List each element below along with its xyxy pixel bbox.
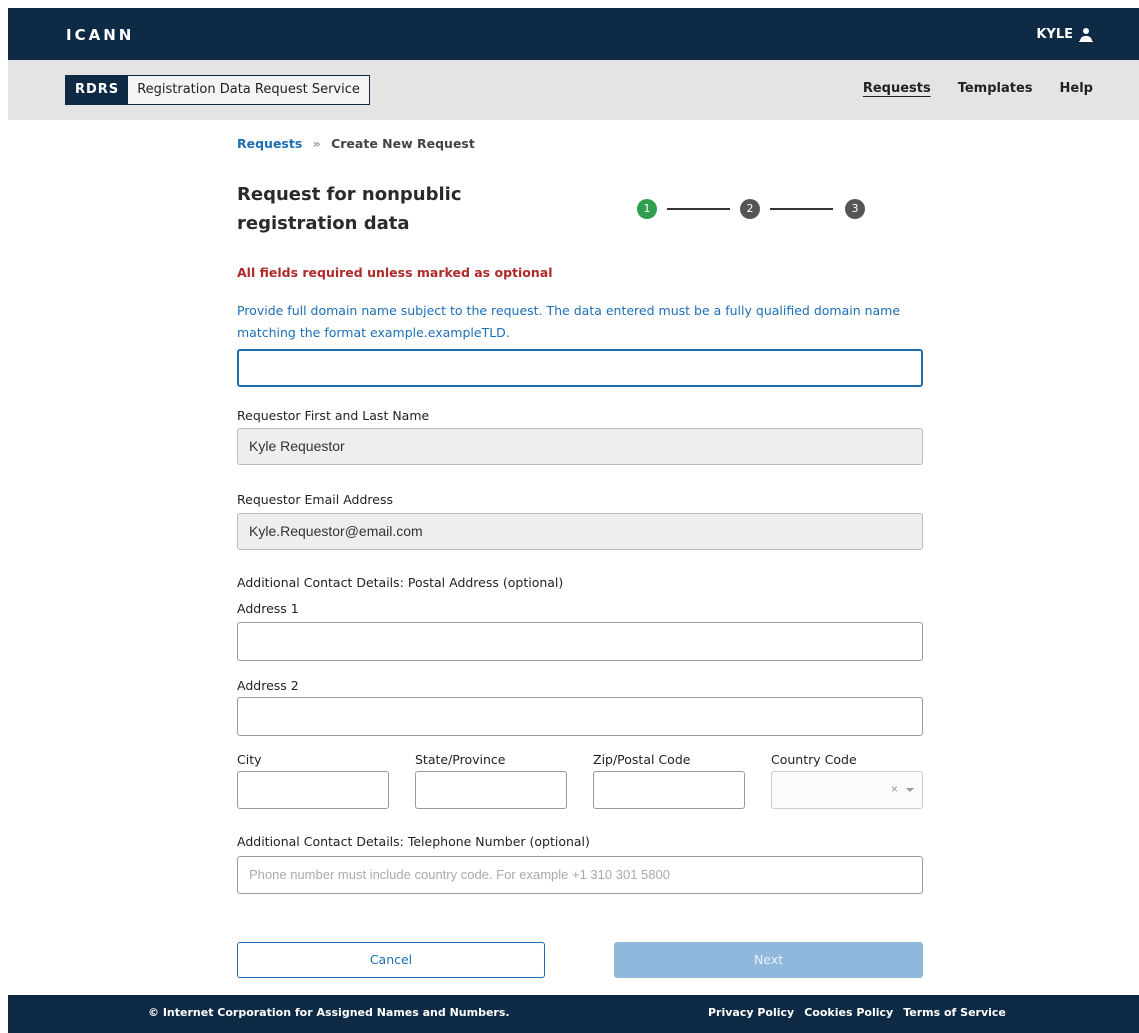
brand-tag: RDRS	[66, 76, 129, 104]
required-fields-note: All fields required unless marked as opt…	[237, 265, 553, 280]
breadcrumb-current: Create New Request	[331, 136, 475, 151]
zip-label: Zip/Postal Code	[593, 752, 691, 767]
state-input[interactable]	[415, 771, 567, 809]
requestor-name-label: Requestor First and Last Name	[237, 408, 430, 423]
nav-link-templates[interactable]: Templates	[958, 81, 1033, 96]
nav-link-requests[interactable]: Requests	[863, 81, 931, 96]
brand-name: Registration Data Request Service	[128, 76, 369, 104]
terms-of-service-link[interactable]: Terms of Service	[903, 1006, 1006, 1019]
footer: © Internet Corporation for Assigned Name…	[8, 995, 1139, 1033]
clear-icon[interactable]: ×	[891, 772, 898, 807]
icann-logo[interactable]: ICANN	[66, 26, 134, 44]
city-label: City	[237, 752, 262, 767]
user-name: KYLE	[1036, 27, 1073, 42]
sub-navigation: RDRS Registration Data Request Service R…	[8, 60, 1139, 120]
privacy-policy-link[interactable]: Privacy Policy	[708, 1006, 794, 1019]
user-menu[interactable]: KYLE	[1036, 27, 1093, 42]
footer-links: Privacy Policy Cookies Policy Terms of S…	[708, 1006, 1006, 1019]
country-code-label: Country Code	[771, 752, 857, 767]
state-label: State/Province	[415, 752, 506, 767]
page-title: Request for nonpublic registration data	[237, 184, 462, 234]
top-bar: ICANN KYLE	[8, 8, 1139, 60]
cookies-policy-link[interactable]: Cookies Policy	[804, 1006, 893, 1019]
address1-label: Address 1	[237, 601, 299, 616]
nav-links: Requests Templates Help	[863, 81, 1093, 96]
step-connector	[667, 208, 730, 210]
step-connector	[770, 208, 833, 210]
address2-label: Address 2	[237, 678, 299, 693]
address2-input[interactable]	[237, 697, 923, 736]
step-3: 3	[845, 199, 865, 219]
step-2: 2	[740, 199, 760, 219]
breadcrumb-requests-link[interactable]: Requests	[237, 136, 302, 151]
chevron-down-icon[interactable]	[906, 788, 914, 792]
requestor-name-field: Kyle Requestor	[237, 428, 923, 465]
step-1: 1	[637, 199, 657, 219]
next-button[interactable]: Next	[614, 942, 923, 978]
copyright-text: © Internet Corporation for Assigned Name…	[148, 1006, 510, 1019]
nav-link-help[interactable]: Help	[1060, 81, 1093, 96]
postal-address-section-label: Additional Contact Details: Postal Addre…	[237, 575, 564, 590]
cancel-button[interactable]: Cancel	[237, 942, 545, 978]
phone-section-label: Additional Contact Details: Telephone Nu…	[237, 834, 590, 849]
requestor-email-label: Requestor Email Address	[237, 492, 393, 507]
breadcrumb-separator: »	[312, 136, 321, 151]
rdrs-brand[interactable]: RDRS Registration Data Request Service	[65, 75, 370, 105]
phone-input[interactable]: Phone number must include country code. …	[237, 856, 923, 894]
breadcrumb: Requests » Create New Request	[237, 136, 475, 151]
domain-instruction: Provide full domain name subject to the …	[237, 303, 901, 340]
user-icon	[1079, 27, 1093, 42]
requestor-email-field: Kyle.Requestor@email.com	[237, 513, 923, 550]
address1-input[interactable]	[237, 622, 923, 661]
country-code-select[interactable]: ×	[771, 771, 923, 809]
domain-name-input[interactable]	[237, 349, 923, 387]
zip-input[interactable]	[593, 771, 745, 809]
city-input[interactable]	[237, 771, 389, 809]
progress-stepper: 1 2 3	[637, 198, 867, 220]
